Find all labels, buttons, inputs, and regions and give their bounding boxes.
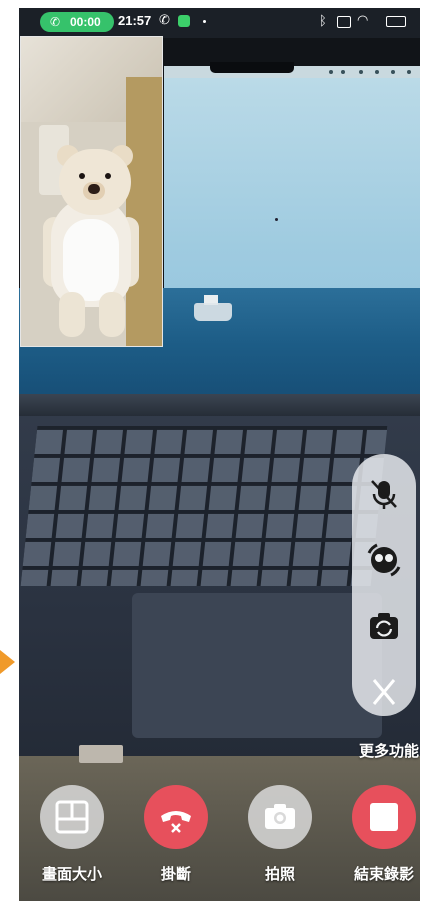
- hang-up-button[interactable]: [144, 785, 208, 849]
- close-icon: [372, 679, 396, 705]
- end-recording-label: 結束錄影: [353, 866, 414, 883]
- bluetooth-icon: ᛒ: [319, 13, 327, 28]
- mic-off-icon: [371, 480, 397, 509]
- camera-flip-icon: [370, 613, 398, 639]
- sim-icon: [337, 16, 351, 28]
- close-panel-button[interactable]: [362, 670, 406, 714]
- phone-icon: ✆: [50, 15, 61, 29]
- call-timer: 00:00: [70, 15, 101, 29]
- mute-microphone-button[interactable]: [362, 472, 406, 516]
- flip-camera-button[interactable]: [362, 604, 406, 648]
- hangup-icon: [144, 785, 208, 849]
- stop-icon: [352, 785, 416, 849]
- self-view-pip[interactable]: [20, 36, 163, 347]
- camera-icon: [248, 785, 312, 849]
- side-control-panel: [352, 454, 416, 716]
- status-bar: ✆ 00:00 21:57 ✆ ᛒ ◠: [19, 8, 420, 36]
- battery-icon: [386, 16, 406, 27]
- clock: 21:57: [118, 13, 152, 28]
- take-photo-button[interactable]: [248, 785, 312, 849]
- edge-pointer-arrow: [0, 650, 15, 674]
- video-call-screen: ✆ 00:00 21:57 ✆ ᛒ ◠ 更多功能 畫面大小 掛斷 拍照 結束錄影: [19, 8, 420, 901]
- take-photo-label: 拍照: [264, 866, 295, 883]
- screen-size-button[interactable]: [40, 785, 104, 849]
- layout-icon: [40, 785, 104, 849]
- wifi-icon: ◠: [357, 12, 369, 27]
- phone-icon: ✆: [159, 12, 170, 27]
- more-features-label[interactable]: 更多功能: [349, 740, 419, 761]
- notification-dot: [203, 20, 206, 23]
- hang-up-label: 掛斷: [160, 866, 191, 883]
- message-icon: [178, 15, 190, 27]
- ongoing-call-pill[interactable]: ✆ 00:00: [40, 12, 114, 32]
- face-swap-icon: [367, 543, 401, 577]
- end-recording-button[interactable]: [352, 785, 416, 849]
- switch-effects-button[interactable]: [362, 538, 406, 582]
- screen-size-label: 畫面大小: [41, 866, 102, 883]
